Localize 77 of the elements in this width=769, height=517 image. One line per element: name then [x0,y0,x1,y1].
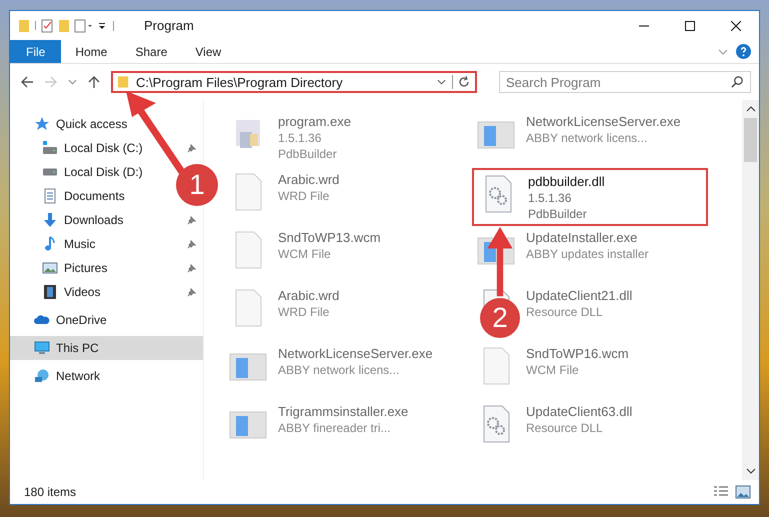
sidebar-item[interactable]: Music [42,236,96,252]
sidebar-item[interactable]: Network [10,364,203,388]
file-detail: Resource DLL [526,304,604,320]
sidebar-item[interactable]: OneDrive [10,308,203,332]
file-detail: 1.5.1.36 [278,130,322,146]
annotation-arrow [485,226,515,298]
recent-dropdown-icon[interactable] [68,79,77,85]
sidebar-item[interactable]: Local Disk (D:) [42,164,143,180]
scroll-down-icon[interactable] [746,468,756,474]
file-name[interactable]: Arabic.wrd [278,288,340,304]
file-name[interactable]: SndToWP16.wcm [526,346,629,362]
pin-icon[interactable] [187,143,197,153]
sidebar-item[interactable]: Videos [42,284,100,300]
file-name[interactable]: Arabic.wrd [278,172,340,188]
search-field[interactable]: Search Program [499,71,751,93]
scroll-up-icon[interactable] [746,106,756,112]
file-detail: WRD File [278,188,330,204]
file-detail: WCM File [526,362,580,378]
file-detail: 1.5.1.36 [528,190,572,206]
file-name[interactable]: SndToWP13.wcm [278,230,381,246]
ribbon-tab[interactable]: File [10,40,62,63]
search-icon [731,75,744,88]
large-icons-view-icon[interactable] [735,485,751,499]
maximize-icon [685,20,695,30]
back-arrow-icon[interactable] [20,75,34,89]
file-detail: ABBY network licens... [278,362,400,378]
ribbon-tab[interactable]: Share [121,40,182,63]
ribbon-tab[interactable]: View [181,40,236,63]
pin-icon[interactable] [187,239,197,249]
file-name[interactable]: UpdateInstaller.exe [526,230,649,246]
ribbon-tab[interactable]: Home [61,40,122,63]
file-detail: Resource DLL [526,420,604,436]
file-name[interactable]: UpdateClient21.dll [526,288,632,304]
file-name[interactable]: NetworkLicenseServer.exe [526,114,681,130]
file-detail: WRD File [278,304,330,320]
drive-icon [42,140,58,156]
close-icon [731,20,741,30]
file-name: pdbbuilder.dll [528,174,605,190]
file-detail: ABBY network licens... [526,130,648,146]
file-name[interactable]: Trigrammsinstaller.exe [278,404,408,420]
film-icon [42,284,58,300]
file-detail: PdbBuilder [528,206,588,222]
star-icon [34,116,50,132]
refresh-icon[interactable] [452,75,471,89]
monitor-icon [34,340,50,356]
file-detail: ABBY finereader tri... [278,420,392,436]
down-arrow-icon [42,212,58,228]
pin-icon[interactable] [187,215,197,225]
file-item[interactable]: pdbbuilder.dll 1.5.1.36 PdbBuilder [472,168,708,226]
item-count: 180 items [24,485,76,499]
file-name[interactable]: UpdateClient63.dll [526,404,632,420]
network-globe-icon [34,368,50,384]
file-detail: PdbBuilder [278,146,338,162]
folder-icon [117,75,130,89]
sidebar-item[interactable]: Downloads [42,212,124,228]
file-detail: WCM File [278,246,332,262]
document-icon [42,188,58,204]
window-title: Program [144,18,194,33]
minimize-icon [639,24,649,26]
sidebar-item[interactable]: Local Disk (C:) [42,140,143,156]
file-detail: ABBY updates installer [526,246,649,262]
picture-icon [42,260,58,276]
sidebar-item[interactable]: Quick access [10,112,203,136]
chevron-down-icon[interactable] [437,79,446,85]
help-icon[interactable] [736,44,751,59]
address-bar[interactable]: C:\Program Files\Program Directory [111,71,477,93]
sidebar-item[interactable]: Pictures [42,260,108,276]
scrollbar-thumb[interactable] [744,118,757,162]
pin-icon[interactable] [187,287,197,297]
up-arrow-icon[interactable] [87,75,101,89]
pin-icon[interactable] [187,263,197,273]
address-path: C:\Program Files\Program Directory [136,74,344,90]
sidebar-item[interactable]: This PC [10,336,203,360]
drive-icon [42,168,58,176]
sidebar-item[interactable]: Documents [42,188,125,204]
file-name[interactable]: NetworkLicenseServer.exe [278,346,433,362]
file-name[interactable]: program.exe [278,114,351,130]
